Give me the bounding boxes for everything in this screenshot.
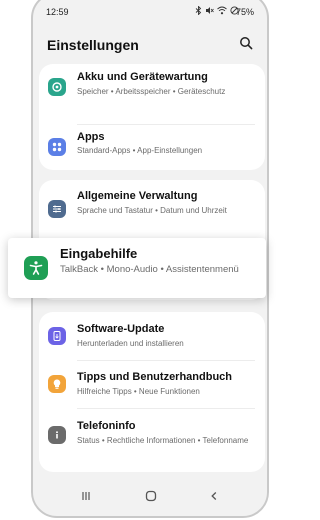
info-icon [48, 426, 66, 444]
settings-item-title: Allgemeine Verwaltung [77, 190, 198, 202]
settings-item-subtitle: TalkBack • Mono-Audio • Assistentenmenü [60, 264, 239, 275]
settings-item-subtitle: Standard-Apps • App-Einstellungen [77, 146, 203, 155]
status-icons [195, 5, 239, 17]
mute-icon [205, 6, 214, 17]
settings-item-title: Apps [77, 131, 105, 143]
status-bar: 12:59 75% [33, 4, 267, 20]
settings-item-title: Telefoninfo [77, 420, 136, 432]
settings-item-phone-info[interactable]: Telefoninfo Status • Rechtliche Informat… [39, 408, 265, 468]
recents-icon[interactable] [77, 488, 95, 504]
navigation-bar [33, 486, 267, 508]
settings-item-title: Software-Update [77, 323, 165, 335]
device-care-icon [48, 78, 66, 96]
settings-item-general-management[interactable]: Allgemeine Verwaltung Sprache und Tastat… [39, 180, 265, 232]
wifi-icon [217, 6, 227, 17]
settings-item-device-care[interactable]: Akku und Gerätewartung Speicher • Arbeit… [39, 64, 265, 124]
settings-item-apps[interactable]: Apps Standard-Apps • App-Einstellungen [39, 124, 265, 170]
tips-icon [48, 375, 66, 393]
settings-item-subtitle: Status • Rechtliche Informationen • Tele… [77, 436, 249, 445]
settings-item-subtitle: Speicher • Arbeitsspeicher • Geräteschut… [77, 87, 226, 96]
header: Einstellungen [33, 30, 267, 60]
settings-item-subtitle: Hilfreiche Tipps • Neue Funktionen [77, 387, 200, 396]
back-icon[interactable] [205, 488, 223, 504]
settings-item-title: Tipps und Benutzerhandbuch [77, 371, 233, 383]
search-icon[interactable] [239, 36, 255, 52]
home-icon[interactable] [142, 488, 160, 504]
general-management-icon [48, 200, 66, 218]
settings-item-tips[interactable]: Tipps und Benutzerhandbuch Hilfreiche Ti… [39, 360, 265, 408]
settings-item-subtitle: Herunterladen und installieren [77, 339, 184, 348]
software-update-icon [48, 327, 66, 345]
settings-item-title: Akku und Gerätewartung [77, 71, 208, 83]
bluetooth-icon [195, 5, 202, 17]
accessibility-icon [24, 256, 48, 280]
page: 12:59 75% Einstellungen Akku und Gerätew… [0, 0, 304, 520]
settings-group-1: Akku und Gerätewartung Speicher • Arbeit… [39, 64, 265, 170]
settings-item-software-update[interactable]: Software-Update Herunterladen und instal… [39, 312, 265, 360]
settings-item-subtitle: Sprache und Tastatur • Datum und Uhrzeit [77, 206, 227, 215]
settings-item-accessibility-highlighted[interactable]: Eingabehilfe TalkBack • Mono-Audio • Ass… [8, 238, 266, 298]
settings-group-3: Software-Update Herunterladen und instal… [39, 312, 265, 472]
page-title: Einstellungen [47, 37, 139, 53]
status-time: 12:59 [46, 7, 69, 17]
settings-item-title: Eingabehilfe [60, 246, 138, 261]
apps-icon [48, 138, 66, 156]
battery-level: 75% [235, 7, 254, 17]
